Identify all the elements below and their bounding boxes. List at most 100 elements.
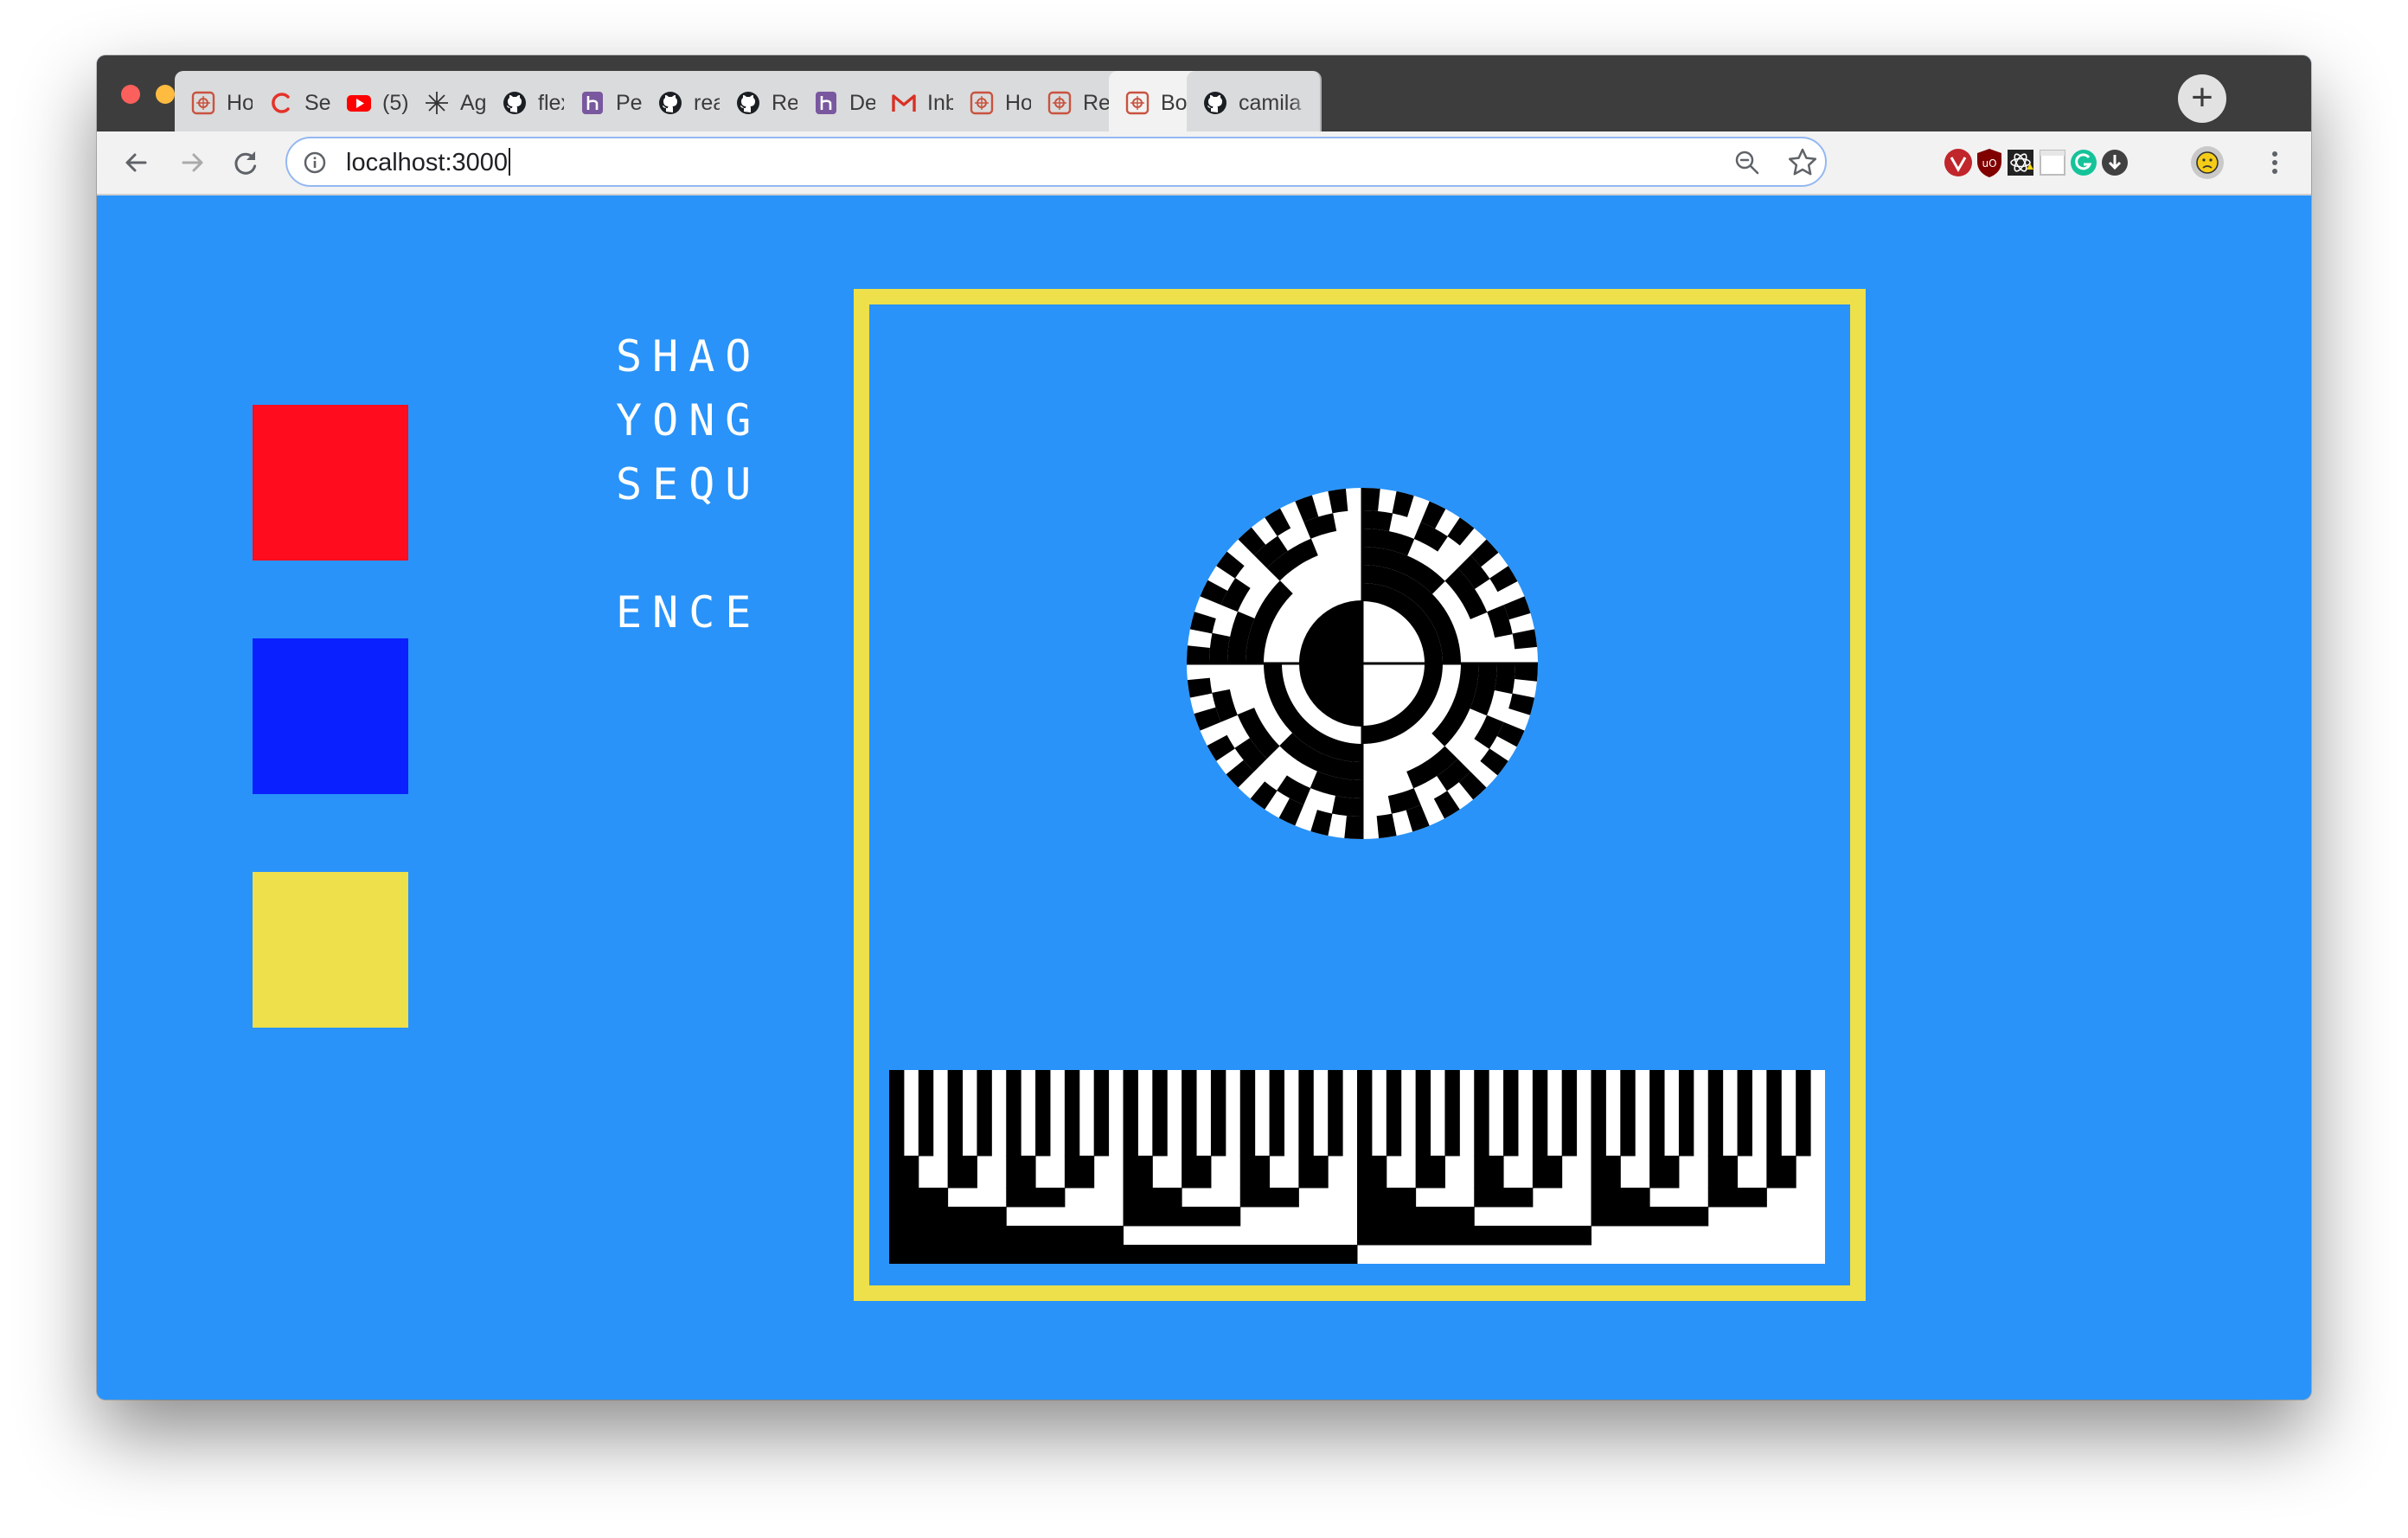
red-swatch[interactable] (253, 405, 408, 561)
sequence-cell (1386, 1070, 1402, 1157)
sequence-cell (1605, 1188, 1621, 1208)
browser-window: Home |Season(5) JuliAgnesflexdinPersonre… (97, 55, 2311, 1400)
sequence-cell (1474, 1070, 1489, 1157)
more-menu-icon[interactable] (2259, 147, 2290, 178)
blue-swatch[interactable] (253, 638, 408, 794)
blank-extension-icon[interactable] (2037, 147, 2068, 178)
profile-avatar-icon[interactable] (2190, 145, 2225, 180)
svg-text:uO: uO (1982, 157, 1997, 170)
download-icon[interactable] (2099, 147, 2130, 178)
yellow-swatch[interactable] (253, 872, 408, 1028)
sequence-cell (947, 1245, 964, 1264)
sequence-cell (889, 1207, 905, 1227)
react-boilerplate-icon (1125, 91, 1150, 115)
sequence-cell (1254, 1188, 1271, 1208)
sequence-cell (991, 1245, 1007, 1264)
new-tab-button[interactable]: + (2178, 74, 2226, 123)
tab-14[interactable]: camila (1187, 71, 1322, 131)
sequence-cell (1239, 1245, 1256, 1264)
sequence-cell (947, 1156, 964, 1189)
sequence-cell (1123, 1245, 1138, 1264)
sequence-cell (977, 1245, 992, 1264)
sequence-cell (1766, 1156, 1782, 1189)
sequence-cell (1064, 1070, 1080, 1157)
sequence-cell (1649, 1207, 1665, 1227)
sequence-cell (932, 1207, 949, 1227)
url-text[interactable]: localhost:3000 (346, 147, 510, 178)
sequence-cell (1093, 1226, 1110, 1246)
sequence-cell (1678, 1207, 1694, 1227)
sequence-cell (1284, 1245, 1299, 1264)
sequence-cell (1371, 1188, 1387, 1208)
sequence-cell (1152, 1207, 1168, 1227)
sequence-cell (889, 1070, 905, 1157)
sequence-cell (1532, 1226, 1548, 1246)
binary-sequence-diagram (889, 1070, 1825, 1264)
sequence-cell (1328, 1245, 1343, 1264)
sequence-cell (889, 1188, 905, 1208)
sequence-cell (1079, 1226, 1095, 1246)
circle-cell (1187, 645, 1210, 663)
sequence-cell (991, 1207, 1007, 1227)
sequence-cell (1737, 1188, 1752, 1208)
sequence-cell (1444, 1226, 1460, 1246)
reload-icon[interactable] (227, 144, 265, 182)
sequence-cell (1474, 1188, 1489, 1208)
sequence-cell (1386, 1207, 1402, 1227)
sequence-cell (903, 1156, 919, 1189)
sequence-cell (1357, 1226, 1373, 1246)
forward-icon[interactable] (173, 144, 211, 182)
sequence-cell (1035, 1245, 1051, 1264)
info-icon[interactable] (303, 151, 327, 175)
circle-cell (1362, 488, 1380, 511)
sequence-cell (1269, 1245, 1284, 1264)
sequence-cell (1021, 1188, 1036, 1208)
sequence-cell (903, 1188, 919, 1208)
sequence-cell (1503, 1070, 1519, 1157)
back-icon[interactable] (118, 144, 156, 182)
sequence-cell (1035, 1070, 1051, 1157)
sequence-cell (1167, 1245, 1182, 1264)
sequence-cell (1517, 1188, 1534, 1208)
sequence-cell (1137, 1156, 1153, 1189)
circle-cell (1362, 529, 1376, 548)
sequence-cell (1167, 1207, 1182, 1227)
sequence-cell (1459, 1207, 1475, 1227)
address-bar[interactable]: localhost:3000 (285, 137, 1827, 187)
sequence-cell (1049, 1245, 1066, 1264)
sequence-cell (1254, 1245, 1271, 1264)
sequence-cell (903, 1207, 919, 1227)
sequence-cell (1474, 1156, 1489, 1189)
window-minimize-button[interactable] (156, 85, 175, 104)
sequence-cell (1239, 1188, 1256, 1208)
sequence-cell (1489, 1156, 1504, 1189)
grammarly-icon[interactable] (2068, 147, 2099, 178)
sequence-cell (1430, 1207, 1445, 1227)
github-icon (737, 92, 759, 114)
zoom-out-icon[interactable] (1733, 149, 1761, 176)
vue-devtools-icon[interactable] (1943, 147, 1974, 178)
sequence-cell (1021, 1226, 1036, 1246)
sequence-cell (1591, 1207, 1606, 1227)
react-devtools-icon[interactable] (2005, 147, 2036, 178)
sequence-cell (1371, 1226, 1387, 1246)
sequence-cell (1006, 1226, 1021, 1246)
sequence-cell (1342, 1245, 1358, 1264)
sequence-cell (1313, 1156, 1329, 1189)
sequence-cell (1766, 1070, 1782, 1157)
window-close-button[interactable] (121, 85, 140, 104)
sequence-cell (1021, 1245, 1036, 1264)
sequence-cell (962, 1226, 977, 1246)
sequence-cell (1021, 1156, 1036, 1189)
circle-cell (1344, 816, 1362, 839)
sequence-cell (1649, 1070, 1665, 1157)
c-logo-icon (272, 93, 290, 113)
sequence-cell (1064, 1245, 1080, 1264)
sequence-cell (889, 1156, 905, 1189)
sequence-cell (1079, 1245, 1095, 1264)
sequence-cell (1678, 1070, 1694, 1157)
bookmark-star-icon[interactable] (1787, 147, 1818, 178)
github-icon (503, 92, 526, 114)
ublock-icon[interactable]: uO (1974, 147, 2005, 178)
sequence-cell (1561, 1226, 1578, 1246)
